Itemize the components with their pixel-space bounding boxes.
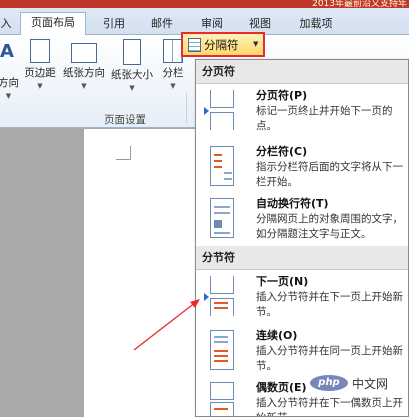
php-badge: php — [310, 375, 348, 391]
menu-item-continuous[interactable]: 连续(O) 插入分节符并在同一页上开始新节。 — [196, 324, 408, 376]
watermark-site-text: 中文网 — [352, 377, 389, 391]
orientation-button[interactable]: 纸张方向 ▼ — [62, 39, 106, 90]
chevron-down-icon: ▼ — [129, 84, 135, 92]
menu-item-description: 标记一页终止并开始下一页的点。 — [256, 105, 393, 132]
size-label: 纸张大小 — [111, 69, 153, 81]
menu-item-title: 连续(O) — [256, 329, 298, 342]
even-page-break-icon — [204, 380, 238, 416]
breaks-icon — [188, 38, 201, 52]
next-page-break-icon — [204, 274, 238, 318]
tab-insert[interactable]: 入 — [0, 14, 16, 35]
text-direction-label: 方向 — [0, 77, 19, 89]
orientation-icon — [71, 43, 97, 63]
text-wrapping-break-icon — [204, 196, 238, 240]
tab-page-layout[interactable]: 页面布局 — [20, 12, 86, 36]
menu-item-description: 插入分节符并在同一页上开始新节。 — [256, 345, 403, 372]
section-header-page-breaks: 分页符 — [196, 60, 408, 84]
breaks-button[interactable]: 分隔符 ▼ — [181, 32, 265, 57]
tab-addins[interactable]: 加载项 — [288, 14, 344, 35]
tab-mailings[interactable]: 邮件 — [140, 14, 184, 35]
page-setup-group-label: 页面设置 — [104, 114, 146, 126]
menu-item-description: 插入分节符并在下一偶数页上开始新节。 — [256, 397, 403, 416]
chevron-down-icon: ▼ — [170, 82, 176, 90]
chevron-down-icon: ▼ — [37, 82, 43, 90]
tab-references[interactable]: 引用 — [92, 14, 136, 35]
section-header-section-breaks: 分节符 — [196, 246, 408, 270]
menu-item-page-break[interactable]: 分页符(P) 标记一页终止并开始下一页的点。 — [196, 84, 408, 140]
chevron-down-icon: ▼ — [253, 40, 259, 48]
text-direction-icon[interactable]: A — [0, 41, 14, 62]
columns-icon — [163, 39, 183, 63]
continuous-break-icon — [204, 328, 238, 372]
margin-corner-mark — [116, 159, 130, 160]
watermark-logo: php 中文网 — [306, 372, 404, 394]
column-break-icon — [204, 144, 238, 188]
document-page[interactable] — [84, 129, 204, 417]
margins-icon — [30, 39, 50, 63]
page-break-icon — [204, 88, 238, 132]
menu-item-title: 下一页(N) — [256, 275, 309, 288]
paper-size-icon — [123, 39, 141, 65]
breaks-label: 分隔符 — [204, 38, 239, 52]
ribbon-tabs: 入 页面布局 引用 邮件 审阅 视图 加载项 — [0, 8, 409, 36]
menu-item-description: 指示分栏符后面的文字将从下一栏开始。 — [256, 161, 403, 188]
breaks-dropdown-menu: 分页符 分页符(P) 标记一页终止并开始下一页的点。 分栏符(C) 指示分栏符后… — [195, 59, 409, 417]
menu-item-description: 分隔网页上的对象周围的文字，如分隔题注文字与正文。 — [256, 213, 403, 240]
margin-corner-mark — [130, 146, 131, 160]
menu-item-title: 分栏符(C) — [256, 145, 308, 158]
menu-item-next-page[interactable]: 下一页(N) 插入分节符并在下一页上开始新节。 — [196, 270, 408, 324]
columns-label: 分栏 — [162, 67, 184, 79]
text-direction-button[interactable]: 方向 ▼ — [0, 75, 19, 100]
orientation-label: 纸张方向 — [63, 67, 105, 79]
margins-label: 页边距 — [24, 67, 56, 79]
menu-item-title: 偶数页(E) — [256, 381, 307, 394]
menu-item-description: 插入分节符并在下一页上开始新节。 — [256, 291, 403, 318]
menu-item-title: 自动换行符(T) — [256, 197, 329, 210]
menu-item-title: 分页符(P) — [256, 89, 308, 102]
menu-item-text-wrapping-break[interactable]: 自动换行符(T) 分隔网页上的对象周围的文字，如分隔题注文字与正文。 — [196, 192, 408, 244]
size-button[interactable]: 纸张大小 ▼ — [110, 39, 154, 92]
menu-item-column-break[interactable]: 分栏符(C) 指示分栏符后面的文字将从下一栏开始。 — [196, 140, 408, 192]
margins-button[interactable]: 页边距 ▼ — [22, 39, 58, 90]
chevron-down-icon: ▼ — [5, 92, 12, 100]
chevron-down-icon: ▼ — [81, 82, 87, 90]
title-bar: 2013年最前沿又支持年 — [0, 0, 409, 9]
